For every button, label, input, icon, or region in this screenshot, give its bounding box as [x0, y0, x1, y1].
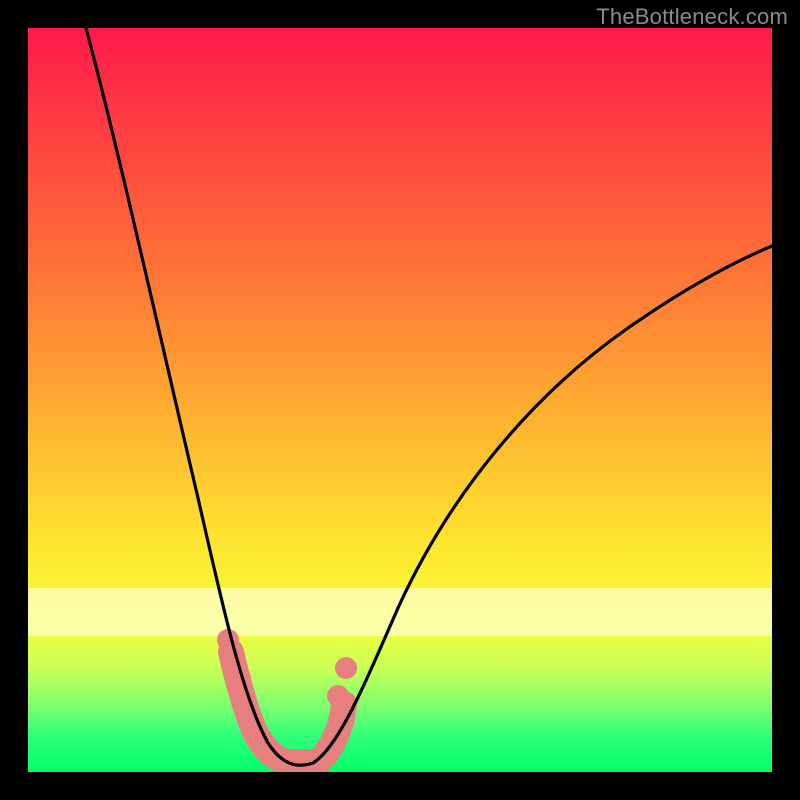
- watermark-text: TheBottleneck.com: [596, 4, 788, 30]
- chart-frame: TheBottleneck.com: [0, 0, 800, 800]
- curve-layer: [28, 28, 772, 772]
- marker-band: [231, 652, 344, 762]
- bottleneck-curve: [86, 28, 772, 765]
- marker-dot: [335, 657, 357, 679]
- marker-dot: [217, 629, 239, 651]
- chart-plot-area: [28, 28, 772, 772]
- marker-dot: [327, 685, 349, 707]
